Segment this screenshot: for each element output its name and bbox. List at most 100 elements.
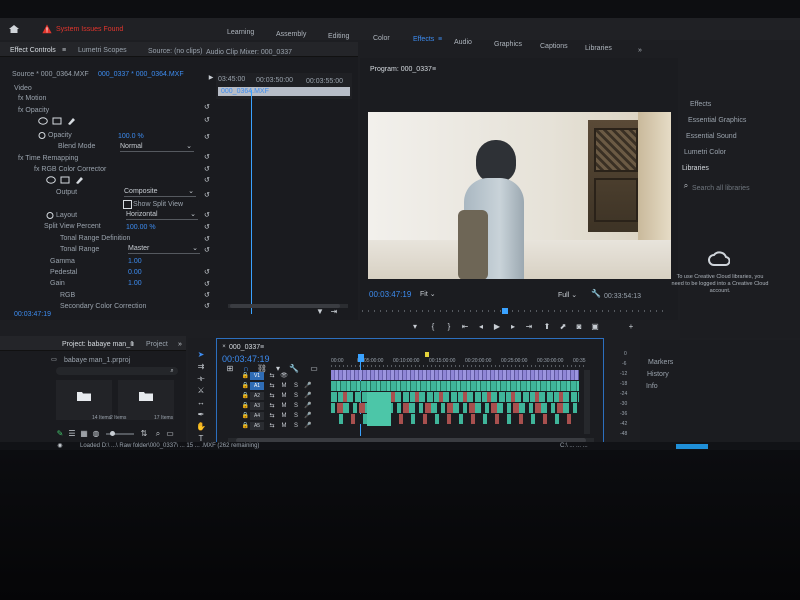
button-editor-icon[interactable]: + [626,322,636,332]
bin-thumbnail[interactable]: 14 Items [56,380,112,421]
program-video-frame[interactable] [368,112,671,279]
sequence-clip-label[interactable]: 000_0337 * 000_0364.MXF [98,70,184,79]
ec-clip-bar[interactable]: 000_0364.MXF [218,87,350,96]
step-back-icon[interactable]: ◂ [476,322,486,332]
program-title[interactable]: Program: 000_0337 [370,65,432,74]
ellipse-mask-icon[interactable] [46,176,56,184]
go-to-out-icon[interactable]: ⇥ [524,322,534,332]
layout-stopwatch-icon[interactable] [46,211,54,219]
track-select-tool-icon[interactable]: ⇉ [196,362,206,372]
rectangle-mask-icon[interactable] [60,176,70,184]
workspace-graphics[interactable]: Graphics [494,41,522,48]
panel-menu-icon[interactable]: ≡ [60,46,68,54]
show-split-view-checkbox[interactable] [123,200,132,209]
extract-icon[interactable]: ⬈ [558,322,568,332]
reset-icon[interactable]: ↺ [204,133,211,141]
video-track-clips[interactable] [331,370,579,380]
effect-opacity[interactable]: fx Opacity [18,106,49,115]
timeline-ruler[interactable]: 00:00 00:05:00:00 00:10:00:00 00:15:00:0… [331,352,587,367]
tab-audio-clip-mixer[interactable]: Audio Clip Mixer: 000_0337 [206,48,292,57]
effect-rgb-color-corrector[interactable]: fx RGB Color Corrector [34,165,106,174]
tab-project[interactable]: Project [146,340,168,349]
lock-icon[interactable]: 🔒 [242,412,249,420]
panel-markers[interactable]: Markers [648,358,673,367]
timeline-timecode[interactable]: 00:03:47:19 [222,354,270,364]
secondary-color-correction-label[interactable]: Secondary Color Correction [60,302,146,311]
effect-motion[interactable]: fx Motion [18,94,46,103]
workspace-learning[interactable]: Learning [227,29,254,36]
panel-libraries[interactable]: Libraries [682,164,709,173]
sync-lock-icon[interactable]: ⇆ [268,412,276,420]
home-icon[interactable] [8,24,20,34]
source-clip-label[interactable]: Source * 000_0364.MXF [12,70,89,79]
insert-sequence-icon[interactable]: ⊞ [226,365,234,373]
voiceover-mic-icon[interactable]: 🎤 [304,392,312,400]
freeform-view-icon[interactable]: ◍ [92,430,100,438]
program-timecode[interactable]: 00:03:47:19 [369,290,411,299]
mark-out-icon[interactable]: } [444,322,454,332]
track-target-a4[interactable]: A4 [250,412,264,420]
system-issues-label[interactable]: System Issues Found [56,25,123,34]
tonal-range-dropdown[interactable]: Master ⌄ [128,245,200,254]
reset-icon[interactable]: ↺ [204,165,211,173]
lock-icon[interactable]: 🔒 [242,372,249,380]
comparison-view-icon[interactable]: ▣ [590,322,600,332]
track-target-a1[interactable]: A1 [250,382,264,390]
timeline-tab[interactable]: 000_0337 [229,343,260,352]
lock-icon[interactable]: 🔒 [242,392,249,400]
step-forward-icon[interactable]: ▸ [508,322,518,332]
opacity-stopwatch-icon[interactable] [38,131,46,139]
ripple-edit-tool-icon[interactable]: ⟛ [196,374,206,384]
reset-icon[interactable]: ↺ [204,302,211,310]
hand-tool-icon[interactable]: ✋ [196,422,206,432]
sync-lock-icon[interactable]: ⇆ [268,392,276,400]
bin-thumbnail[interactable]: 2 Items 17 Items [110,380,174,421]
solo-icon[interactable]: S [292,392,300,400]
play-icon[interactable]: ▶ [492,322,502,332]
solo-icon[interactable]: S [292,422,300,430]
tab-source[interactable]: Source: (no clips) [148,47,202,56]
reset-icon[interactable]: ↺ [204,153,211,161]
reset-icon[interactable]: ↺ [204,268,211,276]
solo-icon[interactable]: S [292,412,300,420]
tab-project-babaye-man[interactable]: Project: babaye man_1 [62,340,134,349]
reset-icon[interactable]: ↺ [204,211,211,219]
sync-lock-icon[interactable]: ⇆ [268,422,276,430]
ec-playhead[interactable] [251,90,252,314]
split-view-percent-value[interactable]: 100.00 % [126,223,156,232]
mute-icon[interactable]: M [280,412,288,420]
reset-icon[interactable]: ↺ [204,176,211,184]
ellipse-mask-icon[interactable] [38,117,48,125]
panel-effects[interactable]: Effects [690,100,711,109]
program-playhead[interactable] [502,308,508,314]
tonal-range-definition-label[interactable]: Tonal Range Definition [60,234,130,243]
track-target-a5[interactable]: A5 [250,422,264,430]
program-menu-icon[interactable]: ≡ [430,65,438,73]
workspace-effects[interactable]: Effects [413,36,434,43]
timeline-playhead-handle[interactable] [358,354,364,362]
selection-tool-icon[interactable]: ➤ [196,350,206,360]
new-bin-icon[interactable]: ▭ [166,430,174,438]
track-target-a3[interactable]: A3 [250,402,264,410]
pencil-icon[interactable]: ✎ [56,430,64,438]
timeline-marker[interactable] [425,352,429,357]
audio-a1-clips[interactable] [331,381,579,391]
program-quality-dropdown[interactable]: Full ⌄ [558,291,584,299]
track-target-v1[interactable]: V1 [250,372,264,380]
sort-icon[interactable]: ⇅ [140,430,148,438]
timeline-menu-icon[interactable]: ≡ [258,343,266,351]
list-view-icon[interactable]: ☰ [68,430,76,438]
reset-icon[interactable]: ↺ [204,291,211,299]
slip-tool-icon[interactable]: ↔ [196,398,206,408]
panel-overflow-icon[interactable]: » [176,340,184,348]
panel-essential-sound[interactable]: Essential Sound [686,132,737,141]
filter-icon[interactable]: ▼ [316,308,324,316]
audio-clip-highlight[interactable] [367,392,391,426]
voiceover-mic-icon[interactable]: 🎤 [304,382,312,390]
go-to-in-icon[interactable]: ⇤ [460,322,470,332]
lock-icon[interactable]: 🔒 [242,382,249,390]
project-menu-icon[interactable]: ≡ [128,340,136,348]
timeline-vertical-scrollbar[interactable] [584,370,590,434]
library-search-input[interactable]: Search all libraries [692,184,750,193]
pen-tool-icon[interactable]: ✒ [196,410,206,420]
